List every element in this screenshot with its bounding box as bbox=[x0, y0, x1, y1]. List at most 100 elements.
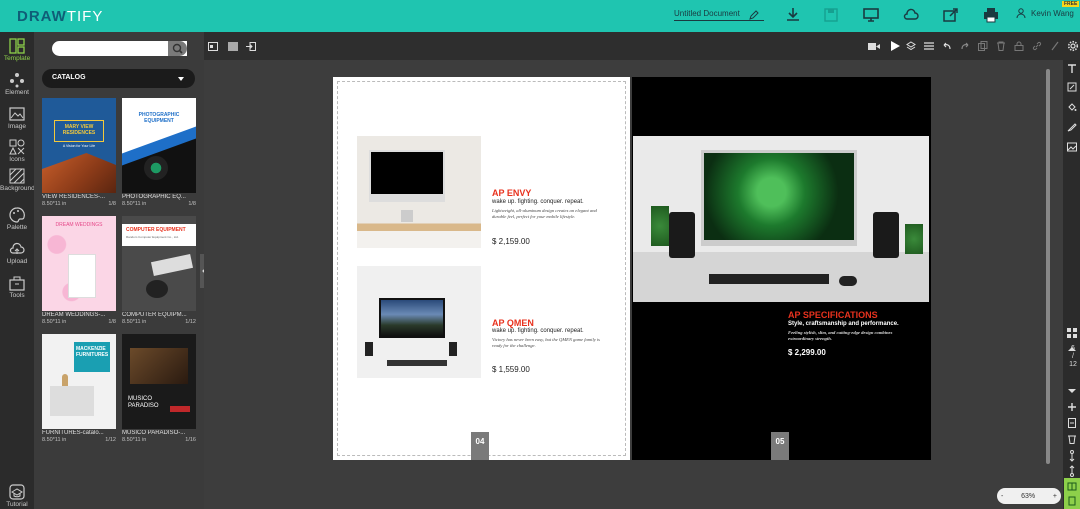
page-left[interactable]: AP ENVY wake up. fighting. conquer. repe… bbox=[333, 77, 630, 460]
nav-background[interactable]: Background bbox=[0, 168, 35, 192]
chevron-down-icon bbox=[178, 77, 184, 81]
nav-icons[interactable]: Icons bbox=[0, 139, 34, 163]
view-toggle[interactable] bbox=[1064, 478, 1080, 509]
add-page-icon[interactable] bbox=[1067, 402, 1077, 412]
template-pages: 1/12 bbox=[105, 437, 116, 443]
product-tagline[interactable]: wake up. fighting. conquer. repeat. bbox=[492, 199, 584, 205]
picture-icon[interactable] bbox=[1067, 142, 1077, 152]
template-card[interactable]: MARY VIEW RESIDENCES A Vision for Your L… bbox=[42, 98, 116, 207]
redo-icon[interactable] bbox=[960, 41, 970, 51]
cover-title: PHOTOGRAPHIC EQUIPMENT bbox=[138, 112, 180, 124]
catalog-dropdown[interactable]: CATALOG bbox=[42, 69, 195, 88]
gear-icon[interactable] bbox=[1067, 40, 1079, 52]
template-thumbnail: MUSICO PARADISO bbox=[122, 334, 196, 429]
layers-icon[interactable] bbox=[906, 41, 916, 51]
undo-icon[interactable] bbox=[942, 41, 952, 51]
cloud-icon[interactable] bbox=[902, 6, 920, 24]
nav-palette[interactable]: Palette bbox=[0, 207, 34, 231]
tutorial-icon bbox=[9, 484, 25, 500]
fill-icon[interactable] bbox=[1067, 102, 1077, 112]
cover-title: COMPUTER EQUIPMENT bbox=[126, 227, 186, 233]
template-card[interactable]: PHOTOGRAPHIC EQUIPMENT PHOTOGRAPHIC EQ..… bbox=[122, 98, 196, 207]
nav-image[interactable]: Image bbox=[0, 106, 34, 130]
template-name: PHOTOGRAPHIC EQ... bbox=[122, 194, 186, 200]
product-description[interactable]: Lightweight, all-aluminum design creates… bbox=[492, 208, 602, 220]
vertical-scrollbar[interactable] bbox=[1046, 69, 1050, 464]
app-logo[interactable]: DRAWTIFY bbox=[17, 8, 103, 25]
spec-title[interactable]: AP SPECIFICATIONS bbox=[788, 310, 878, 320]
photo-frame bbox=[68, 254, 96, 298]
product-photo-qmen[interactable] bbox=[357, 266, 481, 378]
speaker-image bbox=[365, 342, 373, 356]
mouse-image bbox=[146, 280, 168, 298]
spec-price[interactable]: $ 2,299.00 bbox=[788, 348, 826, 357]
zoom-level[interactable]: 63% bbox=[1021, 493, 1035, 500]
nav-tools[interactable]: Tools bbox=[0, 275, 34, 299]
edit-pencil-icon[interactable] bbox=[748, 9, 760, 21]
spec-tagline[interactable]: Style, craftsmanship and performance. bbox=[788, 321, 899, 327]
nav-template[interactable]: Template bbox=[0, 38, 34, 62]
template-card[interactable]: MACKENZIE FURNITURES FURNITURES-catalo..… bbox=[42, 334, 116, 443]
catalog-label: CATALOG bbox=[52, 74, 86, 81]
more-icon[interactable] bbox=[1050, 41, 1060, 51]
product-price[interactable]: $ 2,159.00 bbox=[492, 237, 530, 246]
product-tagline[interactable]: wake up. fighting. conquer. repeat. bbox=[492, 328, 584, 334]
link-icon[interactable] bbox=[1032, 41, 1042, 51]
duplicate-page-icon[interactable] bbox=[1067, 418, 1077, 428]
product-price[interactable]: $ 1,559.00 bbox=[492, 365, 530, 374]
left-nav: Template Element Image Icons Background … bbox=[0, 32, 35, 509]
delete-icon[interactable] bbox=[996, 41, 1006, 51]
page-right[interactable]: AP SPECIFICATIONS Style, craftsmanship a… bbox=[632, 77, 931, 460]
hero-photo[interactable] bbox=[633, 136, 929, 302]
template-card[interactable]: MUSICO PARADISO MUSICO PARADISO-... 8.50… bbox=[122, 334, 196, 443]
cover-subtitle: A Vision for Your Life bbox=[62, 144, 96, 148]
copy-icon[interactable] bbox=[978, 41, 988, 51]
transform-icon[interactable] bbox=[1067, 82, 1077, 92]
monitor-image bbox=[379, 298, 445, 338]
print-icon[interactable] bbox=[982, 6, 1000, 24]
share-icon[interactable] bbox=[942, 6, 960, 24]
template-pages: 1/12 bbox=[185, 319, 196, 325]
template-pages: 1/8 bbox=[188, 201, 196, 207]
chevron-down-icon[interactable] bbox=[1067, 388, 1077, 394]
product-description[interactable]: Victory has never been easy, but the QME… bbox=[492, 337, 602, 349]
product-photo-imac[interactable] bbox=[357, 136, 481, 248]
page-indicator: 6 / 12 bbox=[1066, 345, 1080, 369]
move-up-icon[interactable] bbox=[1067, 450, 1077, 462]
product-title[interactable]: AP ENVY bbox=[492, 188, 531, 198]
download-icon[interactable] bbox=[784, 6, 802, 24]
spec-description[interactable]: Feeling stylish, slim, and cutting-edge … bbox=[788, 330, 906, 342]
grid-icon[interactable] bbox=[228, 42, 238, 51]
zoom-in-button[interactable]: + bbox=[1053, 493, 1057, 500]
lens-image bbox=[144, 156, 168, 180]
nav-element[interactable]: Element bbox=[0, 72, 34, 96]
template-card[interactable]: COMPUTER EQUIPMENT Random Computer Equip… bbox=[122, 216, 196, 325]
text-tool-icon[interactable] bbox=[1067, 64, 1077, 74]
nav-upload[interactable]: Upload bbox=[0, 241, 34, 265]
template-name: MUSICO PARADISO-... bbox=[122, 430, 186, 436]
user-name: Kevin Wang bbox=[1031, 8, 1074, 18]
play-icon[interactable] bbox=[890, 41, 900, 51]
delete-page-icon[interactable] bbox=[1067, 434, 1077, 444]
user-menu[interactable]: Kevin Wang bbox=[1016, 8, 1074, 18]
save-icon[interactable] bbox=[822, 6, 840, 24]
move-down-icon[interactable] bbox=[1067, 465, 1077, 477]
top-bar: DRAWTIFY Untitled Document Kevin Wang FR… bbox=[0, 0, 1080, 32]
export-icon[interactable] bbox=[246, 42, 256, 51]
product-title[interactable]: AP QMEN bbox=[492, 318, 534, 328]
search-input[interactable] bbox=[52, 41, 187, 56]
template-size: 8.50*11 in bbox=[122, 201, 147, 207]
align-icon[interactable] bbox=[924, 41, 934, 51]
pages-grid-icon[interactable] bbox=[1067, 328, 1077, 338]
nav-tutorial[interactable]: Tutorial bbox=[0, 484, 34, 508]
zoom-out-button[interactable]: - bbox=[1001, 493, 1003, 500]
search-button[interactable] bbox=[168, 41, 187, 56]
brush-icon[interactable] bbox=[1067, 122, 1077, 132]
lock-icon[interactable] bbox=[1014, 41, 1024, 51]
present-icon[interactable] bbox=[862, 6, 880, 24]
editor-toolbar bbox=[204, 32, 1080, 60]
video-icon[interactable] bbox=[868, 42, 880, 51]
template-card[interactable]: DREAM WEDDINGS DREAM WEDDINGS-... 8.50*1… bbox=[42, 216, 116, 325]
layout-icon[interactable] bbox=[208, 42, 218, 51]
image-icon bbox=[9, 107, 25, 121]
